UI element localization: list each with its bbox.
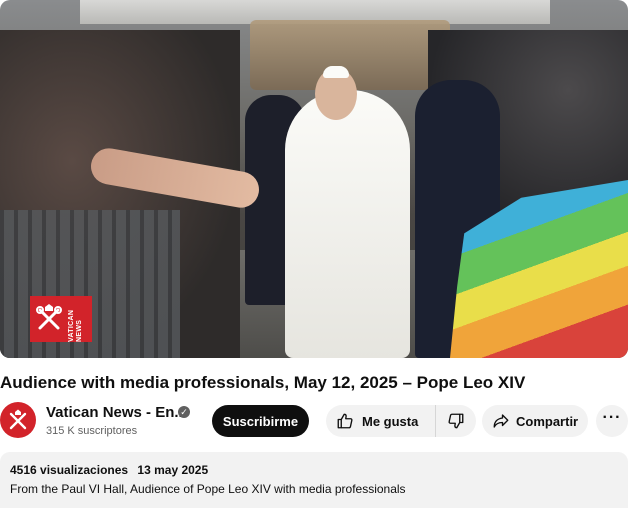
vatican-news-watermark: VATICAN NEWS bbox=[30, 296, 92, 342]
share-arrow-icon bbox=[493, 414, 509, 428]
thumbs-up-icon bbox=[337, 413, 353, 429]
description-box[interactable]: 4516 visualizaciones 13 may 2025 From th… bbox=[0, 452, 628, 508]
video-title: Audience with media professionals, May 1… bbox=[0, 373, 526, 392]
verified-check-icon: ✓ bbox=[178, 406, 190, 418]
description-meta: 4516 visualizaciones 13 may 2025 bbox=[10, 462, 618, 478]
video-player[interactable]: VATICAN NEWS bbox=[0, 0, 628, 358]
video-scene-zucchetto bbox=[323, 66, 349, 78]
video-scene-pope bbox=[285, 90, 410, 358]
more-actions-button[interactable]: ··· bbox=[596, 405, 628, 437]
description-text: From the Paul VI Hall, Audience of Pope … bbox=[10, 482, 406, 496]
vatican-keys-emblem-icon bbox=[36, 304, 62, 330]
share-button[interactable]: Compartir bbox=[482, 405, 588, 437]
subscriber-count: 315 K suscriptores bbox=[46, 425, 138, 437]
share-label: Compartir bbox=[516, 413, 579, 429]
upload-date: 13 may 2025 bbox=[137, 463, 209, 477]
dislike-button[interactable] bbox=[436, 405, 476, 437]
thumbs-down-icon bbox=[448, 413, 464, 429]
subscribe-button[interactable]: Suscribirme bbox=[212, 405, 309, 437]
like-label: Me gusta bbox=[362, 413, 419, 429]
like-dislike-group: Me gusta bbox=[326, 405, 476, 437]
watermark-text: VATICAN NEWS bbox=[68, 309, 83, 342]
channel-avatar[interactable] bbox=[0, 402, 36, 438]
vatican-emblem-icon bbox=[9, 409, 27, 430]
like-button[interactable]: Me gusta bbox=[326, 405, 436, 437]
view-count: 4516 visualizaciones bbox=[10, 463, 129, 477]
channel-name[interactable]: Vatican News - En... bbox=[46, 403, 187, 423]
more-horizontal-icon: ··· bbox=[602, 409, 622, 426]
